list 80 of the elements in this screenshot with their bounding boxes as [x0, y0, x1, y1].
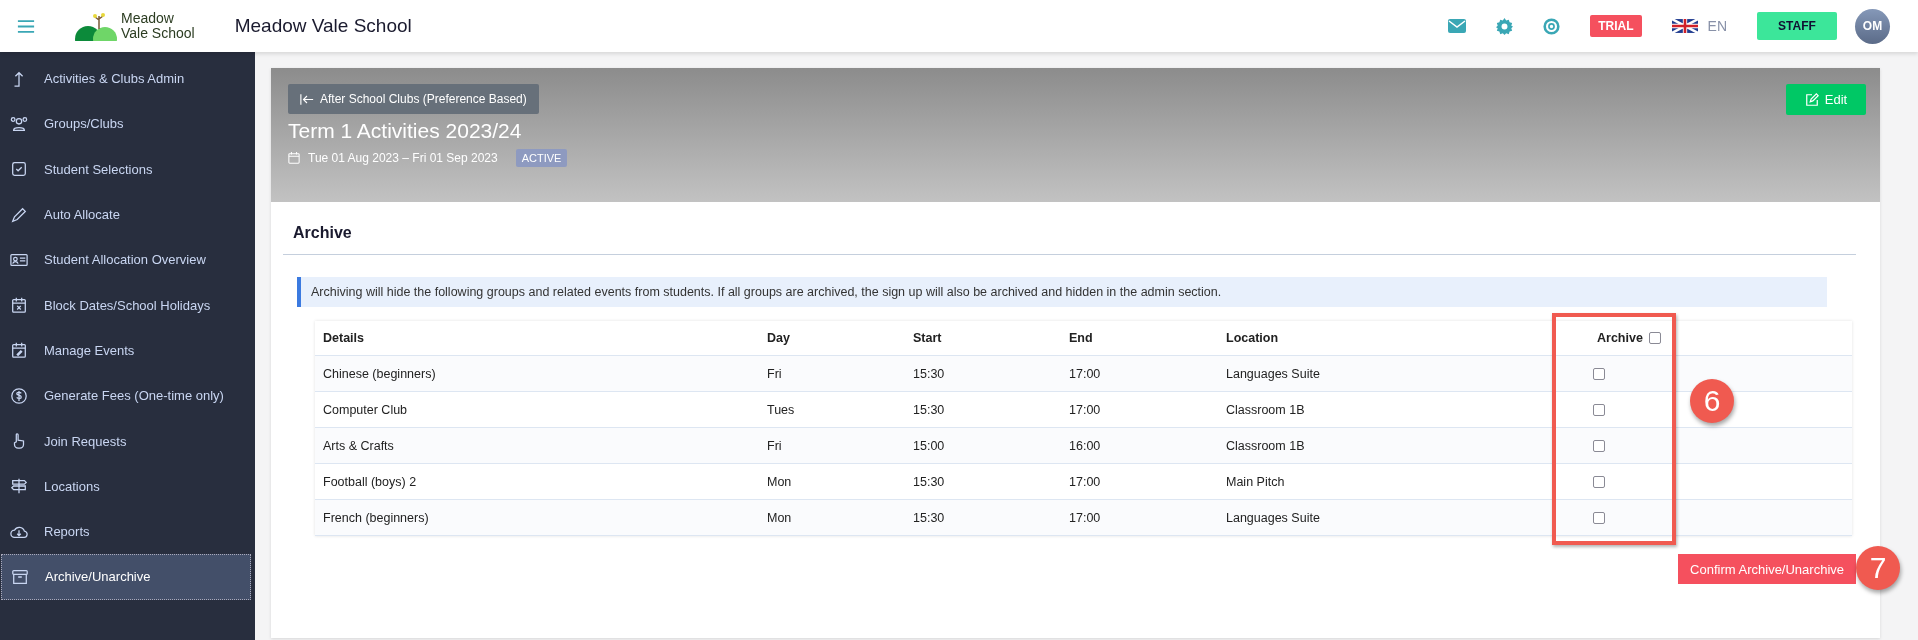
status-badge: ACTIVE — [515, 149, 568, 167]
sidebar-item[interactable]: Activities & Clubs Admin — [1, 56, 251, 102]
table-cell-text: 15:00 — [913, 438, 946, 453]
user-avatar[interactable]: OM — [1855, 8, 1890, 44]
table-cell-text: Arts & Crafts — [323, 438, 395, 453]
table-cell-text: 16:00 — [1069, 438, 1102, 453]
section-heading: Archive — [292, 223, 353, 243]
uk-flag-icon[interactable] — [1671, 19, 1698, 33]
calendar-icon — [288, 152, 300, 164]
table-cell-text: Fri — [767, 366, 783, 381]
table-cell-text: Mon — [767, 510, 793, 525]
table-cell-text: Football (boys) 2 — [323, 474, 418, 489]
help-lifebuoy-icon[interactable] — [1543, 17, 1561, 35]
sidebar-item[interactable]: Manage Events — [1, 327, 251, 374]
page-title: Term 1 Activities 2023/24 — [288, 119, 523, 143]
table-cell-text: 17:00 — [1069, 474, 1102, 489]
edit-icon — [1804, 92, 1819, 107]
info-message: Archiving will hide the following groups and related events from students. If all groups are archived, the sign up will also be archived and hidden in the admin section. — [297, 277, 1827, 307]
sidebar-item[interactable]: Generate Fees (One-time only) — [1, 373, 251, 419]
table-cell-text: Tues — [767, 402, 796, 417]
staff-button[interactable]: STAFF — [1757, 12, 1837, 40]
table-cell-text: 17:00 — [1069, 402, 1102, 417]
column-header: Details — [323, 331, 365, 345]
sidebar-item[interactable]: Locations — [1, 463, 251, 509]
column-header: Start — [913, 331, 943, 345]
column-header: Archive — [1597, 331, 1643, 345]
settings-icon[interactable] — [1496, 17, 1514, 35]
archive-checkbox[interactable] — [1593, 475, 1605, 488]
archive-checkbox[interactable] — [1593, 403, 1605, 416]
logo-text: Vale School — [121, 26, 195, 41]
sidebar-item[interactable]: Join Requests — [1, 418, 251, 464]
table-cell-text: Mon — [767, 474, 793, 489]
table-cell-text: Classroom 1B — [1226, 438, 1306, 453]
nav-pencil-icon — [10, 205, 28, 224]
select-all-checkbox[interactable] — [1648, 332, 1661, 344]
nav-people-icon — [10, 114, 28, 133]
nav-signpost-icon — [10, 477, 28, 496]
table-cell-text: French (beginners) — [323, 510, 430, 525]
archive-checkbox[interactable] — [1593, 439, 1605, 452]
sidebar-item[interactable]: Groups/Clubs — [1, 101, 251, 147]
table-cell-text: Chinese (beginners) — [323, 366, 437, 381]
table-cell-text: 17:00 — [1069, 510, 1102, 525]
nav-calendar-icon — [10, 341, 28, 360]
table-cell-text: Fri — [767, 438, 783, 453]
nav-dollar-icon — [10, 386, 28, 405]
table-cell-text: Classroom 1B — [1226, 402, 1306, 417]
nav-calendar-icon — [10, 296, 28, 315]
logo-hills-icon — [75, 11, 119, 41]
back-button[interactable]: After School Clubs (Preference Based) — [288, 84, 539, 114]
nav-checkbox-icon — [10, 160, 28, 179]
sidebar-item[interactable]: Student Selections — [1, 146, 251, 192]
nav-archive-box-icon — [11, 567, 29, 586]
sidebar-item[interactable]: Auto Allocate — [1, 191, 251, 238]
table-cell-text: Languages Suite — [1226, 510, 1321, 525]
school-name: Meadow Vale School — [234, 15, 412, 37]
column-header: End — [1069, 331, 1094, 345]
archive-checkbox[interactable] — [1593, 367, 1605, 380]
table-cell-text: Languages Suite — [1226, 366, 1321, 381]
table-cell-text: Main Pitch — [1226, 474, 1286, 489]
table-cell-text: 15:30 — [913, 510, 946, 525]
callout-marker: 7 — [1856, 546, 1900, 590]
date-range: Tue 01 Aug 2023 – Fri 01 Sep 2023 — [308, 151, 498, 165]
sidebar-item[interactable]: Block Dates/School Holidays — [1, 282, 251, 328]
table-cell-text: 15:30 — [913, 474, 946, 489]
sidebar-item[interactable]: Reports — [1, 508, 251, 555]
sidebar-item[interactable]: Student Allocation Overview — [1, 237, 251, 283]
callout-marker: 6 — [1690, 379, 1734, 423]
column-header: Location — [1226, 331, 1280, 345]
mail-icon[interactable] — [1448, 19, 1467, 33]
archive-checkbox[interactable] — [1593, 511, 1605, 524]
logo-text: Meadow — [121, 11, 175, 26]
column-header: Day — [767, 331, 791, 345]
table-cell-text: Computer Club — [323, 402, 409, 417]
menu-icon[interactable] — [17, 18, 35, 34]
table-cell-text: 15:30 — [913, 366, 946, 381]
sidebar-item[interactable]: Archive/Unarchive — [1, 554, 251, 600]
trial-badge: TRIAL — [1590, 15, 1642, 37]
table-cell-text: 15:30 — [913, 402, 946, 417]
back-arrow-icon — [300, 93, 314, 105]
table-cell-text: 17:00 — [1069, 366, 1102, 381]
